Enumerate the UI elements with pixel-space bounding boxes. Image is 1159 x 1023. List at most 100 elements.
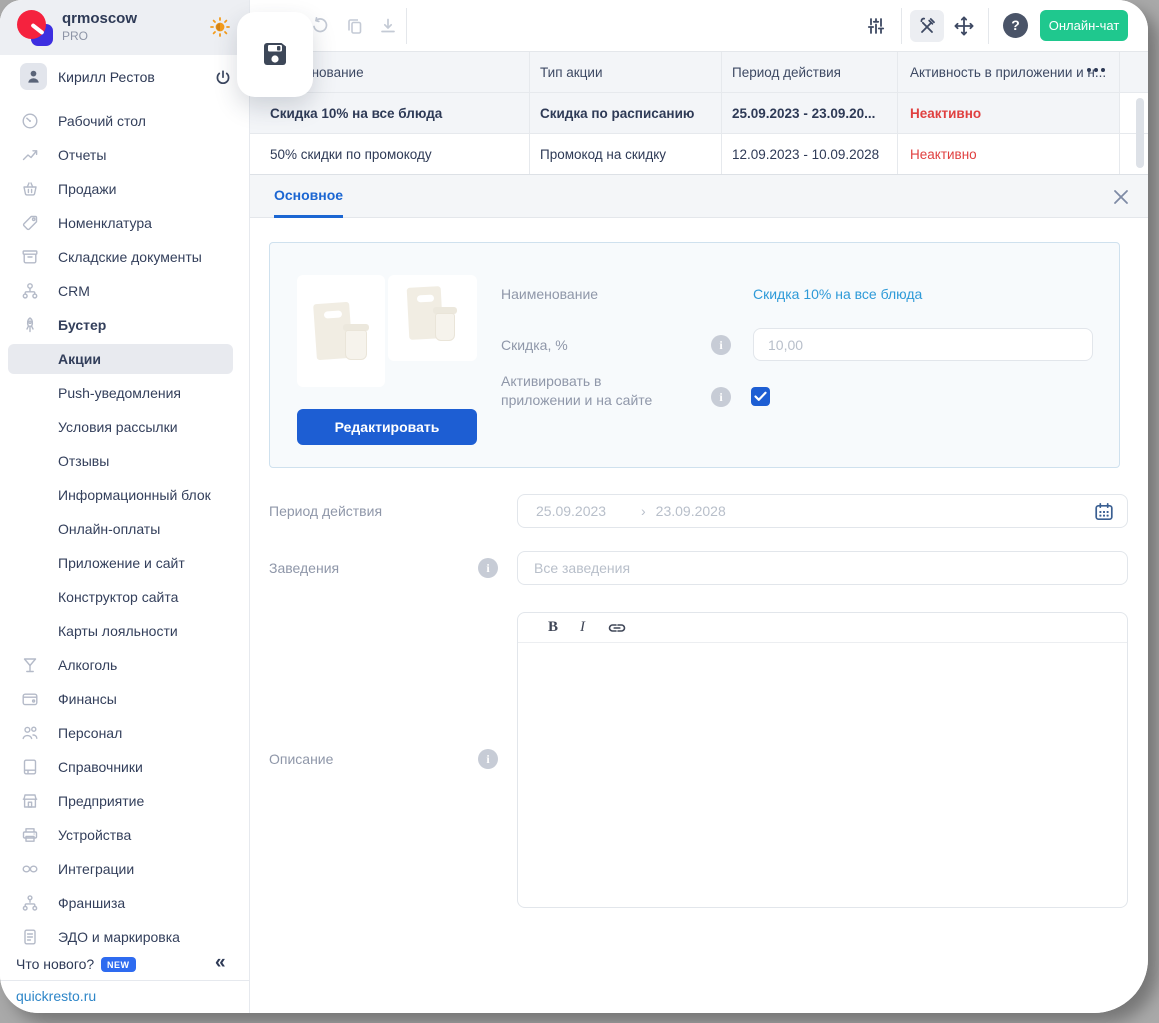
info-icon[interactable]: i [711, 335, 731, 355]
copy-icon[interactable] [345, 16, 365, 36]
promo-name-link[interactable]: Скидка 10% на все блюда [753, 286, 922, 302]
download-icon[interactable] [378, 16, 398, 36]
quickresto-link[interactable]: quickresto.ru [16, 988, 96, 1004]
whats-new-row: Что нового? NEW « [0, 949, 249, 980]
sidebar-item-label: Онлайн-оплаты [58, 521, 160, 537]
sidebar-item-label: Алкоголь [58, 657, 117, 673]
tab-main[interactable]: Основное [274, 175, 343, 218]
info-icon[interactable]: i [711, 387, 731, 407]
devices-icon [20, 825, 40, 845]
table-row[interactable]: 50% скидки по промокоду Промокод на скид… [250, 134, 1148, 175]
sidebar-item-предприятие[interactable]: Предприятие [0, 784, 249, 818]
sidebar-item-рабочий-стол[interactable]: Рабочий стол [0, 104, 249, 138]
reports-icon [20, 145, 40, 165]
sidebar-item-label: Складские документы [58, 249, 202, 265]
sidebar-item-складские-документы[interactable]: Складские документы [0, 240, 249, 274]
sidebar-item-интеграции[interactable]: Интеграции [0, 852, 249, 886]
close-icon[interactable] [1110, 186, 1132, 208]
row-period: 12.09.2023 - 10.09.2028 [722, 134, 898, 174]
description-textarea[interactable] [518, 643, 1127, 907]
move-icon[interactable] [953, 15, 975, 37]
help-icon[interactable]: ? [1003, 13, 1028, 38]
sidebar-item-label: Номенклатура [58, 215, 152, 231]
save-button[interactable] [237, 12, 313, 97]
calendar-icon[interactable] [1093, 501, 1115, 523]
sidebar-item-онлайн-оплаты[interactable]: Онлайн-оплаты [0, 512, 249, 546]
sidebar-item-устройства[interactable]: Устройства [0, 818, 249, 852]
sidebar-item-label: Справочники [58, 759, 143, 775]
sidebar-item-информационный-блок[interactable]: Информационный блок [0, 478, 249, 512]
online-chat-button[interactable]: Онлайн-чат [1040, 10, 1128, 41]
venues-label: Заведения [269, 560, 339, 576]
sidebar-item-финансы[interactable]: Финансы [0, 682, 249, 716]
promos-table-header: Наименование Тип акции Период действия А… [250, 52, 1148, 93]
sidebar-item-номенклатура[interactable]: Номенклатура [0, 206, 249, 240]
period-input[interactable]: 25.09.2023 › 23.09.2028 [517, 494, 1128, 528]
finance-icon [20, 689, 40, 709]
franchise-icon [20, 893, 40, 913]
link-icon[interactable] [607, 618, 627, 638]
sidebar-item-label: Франшиза [58, 895, 125, 911]
sidebar-item-конструктор-сайта[interactable]: Конструктор сайта [0, 580, 249, 614]
sidebar-item-приложение-и-сайт[interactable]: Приложение и сайт [0, 546, 249, 580]
discount-label: Скидка, % [501, 337, 568, 353]
sidebar-item-label: ЭДО и маркировка [58, 929, 180, 945]
period-to-value: 23.09.2028 [656, 503, 726, 519]
sidebar-item-продажи[interactable]: Продажи [0, 172, 249, 206]
activate-checkbox[interactable] [751, 387, 770, 406]
filters-sliders-icon[interactable] [866, 16, 886, 36]
sidebar-item-label: Карты лояльности [58, 623, 178, 639]
logout-power-icon[interactable] [213, 68, 233, 88]
theme-sun-icon[interactable] [208, 15, 232, 39]
toolbar-divider [988, 8, 989, 44]
sidebar-item-условия-рассылки[interactable]: Условия рассылки [0, 410, 249, 444]
sidebar-item-справочники[interactable]: Справочники [0, 750, 249, 784]
info-icon[interactable]: i [478, 558, 498, 578]
new-badge[interactable]: NEW [101, 957, 136, 972]
col-header-filler [1120, 52, 1148, 92]
edo-icon [20, 927, 40, 947]
discount-input[interactable] [753, 328, 1093, 361]
row-name: 50% скидки по промокоду [250, 134, 530, 174]
sidebar-item-акции[interactable]: Акции [0, 342, 249, 376]
sales-icon [20, 179, 40, 199]
table-row[interactable]: Скидка 10% на все блюда Скидка по распис… [250, 93, 1148, 134]
sidebar-item-франшиза[interactable]: Франшиза [0, 886, 249, 920]
sidebar-item-карты-лояльности[interactable]: Карты лояльности [0, 614, 249, 648]
whats-new-link[interactable]: Что нового? [16, 956, 94, 972]
toolbar-divider [406, 8, 407, 44]
desktop-icon [20, 111, 40, 131]
sidebar-item-алкоголь[interactable]: Алкоголь [0, 648, 249, 682]
column-settings-icon[interactable] [1087, 68, 1105, 72]
sidebar-item-отзывы[interactable]: Отзывы [0, 444, 249, 478]
sidebar-item-label: Приложение и сайт [58, 555, 185, 571]
sidebar-item-персонал[interactable]: Персонал [0, 716, 249, 750]
col-header-activity: Активность в приложении и н... [898, 52, 1120, 92]
bold-button[interactable]: B [548, 619, 558, 636]
user-name: Кирилл Рестов [58, 69, 155, 85]
undo-icon[interactable] [310, 16, 330, 36]
sidebar-item-crm[interactable]: CRM [0, 274, 249, 308]
italic-button[interactable]: I [580, 619, 585, 636]
edit-button[interactable]: Редактировать [297, 409, 477, 445]
sidebar-item-бустер[interactable]: Бустер [0, 308, 249, 342]
collapse-sidebar-icon[interactable]: « [215, 952, 226, 974]
table-scrollbar[interactable] [1136, 98, 1144, 168]
period-from-value: 25.09.2023 [536, 503, 641, 519]
brand-name: qrmoscow [62, 10, 137, 27]
staff-icon [20, 723, 40, 743]
sidebar-item-отчеты[interactable]: Отчеты [0, 138, 249, 172]
quickresto-logo [16, 9, 58, 47]
row-name: Скидка 10% на все блюда [250, 93, 530, 133]
sidebar-item-label: Акции [58, 351, 101, 367]
chevron-right-icon: › [641, 503, 646, 519]
row-period: 25.09.2023 - 23.09.20... [722, 93, 898, 133]
period-label: Период действия [269, 503, 382, 519]
brand-tier: PRO [62, 29, 88, 43]
venues-input[interactable] [517, 551, 1128, 585]
status-badge: Неактивно [898, 134, 1120, 174]
info-icon[interactable]: i [478, 749, 498, 769]
sidebar-item-label: Push-уведомления [58, 385, 181, 401]
sidebar-item-push-уведомления[interactable]: Push-уведомления [0, 376, 249, 410]
tools-button[interactable] [910, 10, 944, 42]
